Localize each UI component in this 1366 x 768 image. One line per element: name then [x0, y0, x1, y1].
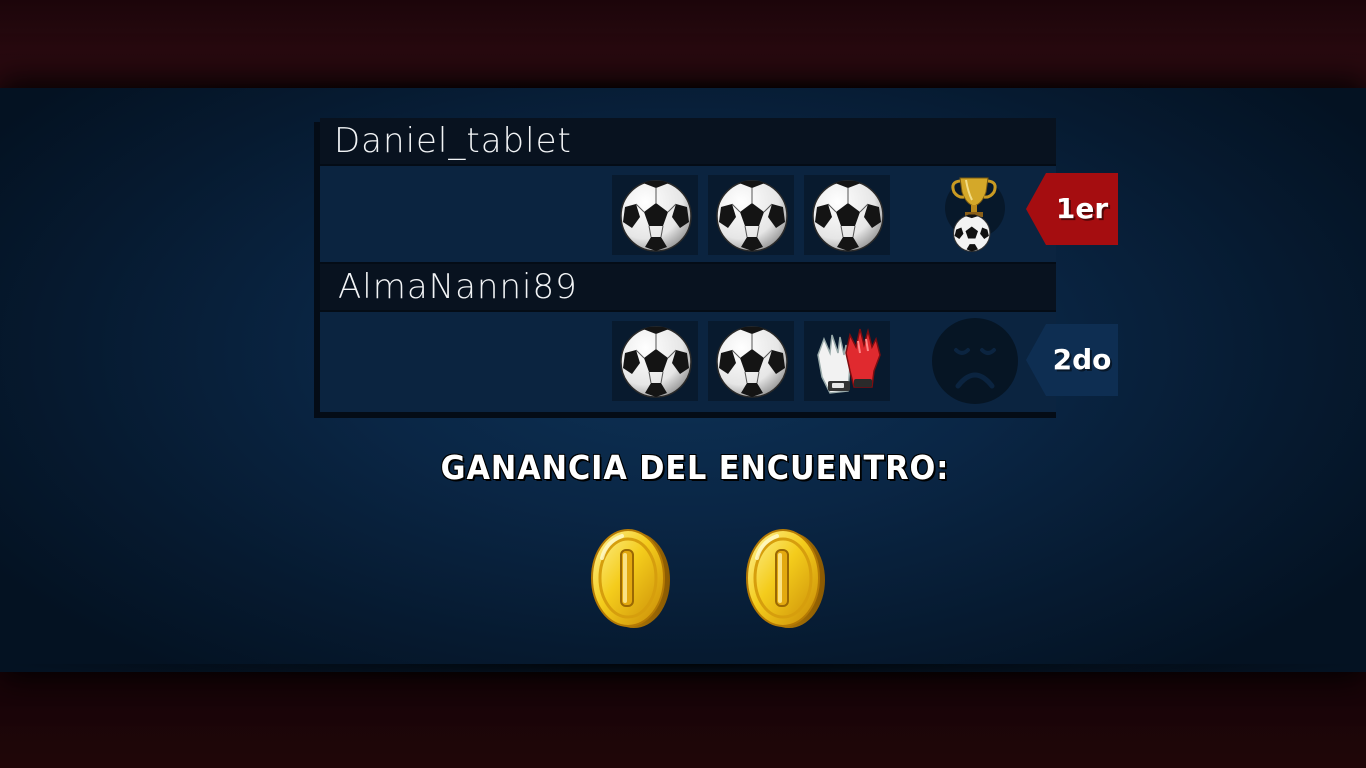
goalkeeper-gloves-icon	[817, 328, 881, 394]
soccer-ball-icon	[620, 326, 692, 398]
place-badge: 2do	[1026, 324, 1118, 396]
shot-slot	[612, 321, 698, 401]
player-name: Daniel_tablet	[334, 121, 572, 161]
soccer-ball-icon	[716, 326, 788, 398]
sad-face-icon	[932, 318, 1018, 404]
place-label: 1er	[1055, 192, 1109, 225]
shot-slot	[612, 175, 698, 255]
shot-slot	[804, 175, 890, 255]
place-label: 2do	[1052, 343, 1112, 376]
soccer-ball-icon	[812, 180, 884, 252]
earnings-title: GANANCIA DEL ENCUENTRO:	[440, 448, 950, 487]
shot-slot	[708, 175, 794, 255]
place-badge: 1er	[1026, 173, 1118, 245]
band-bottom-shadow	[0, 664, 1366, 682]
coin-icon	[745, 528, 827, 630]
match-result-screen: Daniel_tablet 1er AlmaNanni89 2do GANANC…	[0, 0, 1366, 768]
shot-slot	[708, 321, 794, 401]
soccer-ball-icon	[620, 180, 692, 252]
trophy-ball-icon	[945, 177, 1005, 252]
coin-icon	[590, 528, 672, 630]
soccer-ball-icon	[716, 180, 788, 252]
shot-slot	[804, 321, 890, 401]
player-name: AlmaNanni89	[338, 267, 578, 307]
